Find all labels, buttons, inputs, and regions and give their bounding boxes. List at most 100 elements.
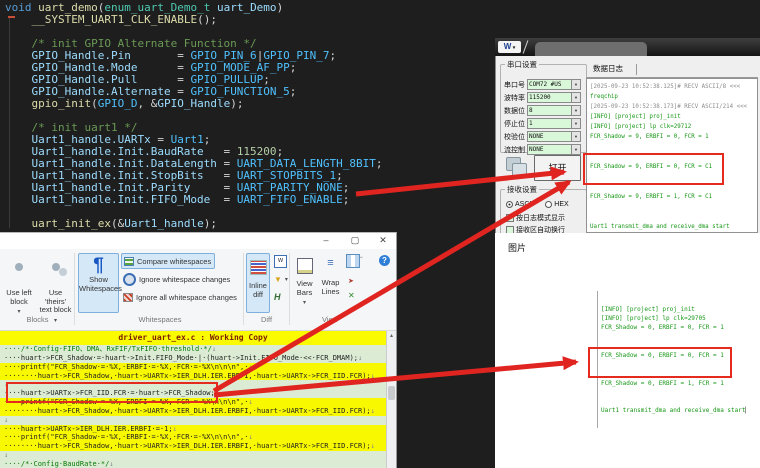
serial-field-3: 数据位8▼ <box>504 104 582 116</box>
field-label: 数据位 <box>504 106 525 116</box>
use-theirs-block-icon <box>52 263 60 271</box>
log-mode-checkbox[interactable]: ✔ 按日志模式显示 <box>506 213 565 223</box>
field-label: 校验位 <box>504 132 525 142</box>
field-value[interactable]: COM72 #US <box>527 79 572 90</box>
serial-field-5: 校验位NONE▼ <box>504 130 582 142</box>
diff-content[interactable]: ····/*·Config·FIFO、DMA、RxFIF/TxFIFO·thre… <box>0 345 386 468</box>
modified-line-marker <box>8 16 15 18</box>
ignore-all-whitespace-icon <box>123 293 133 302</box>
app-logo-tab[interactable]: W ▾ <box>498 41 521 53</box>
diff-group-label: Diff <box>244 315 289 324</box>
serial-field-1: 串口号COM72 #US▼ <box>504 78 582 90</box>
session-tab[interactable] <box>535 42 647 56</box>
close-button[interactable]: ✕ <box>375 235 391 246</box>
dropdown-arrow-icon[interactable]: ▼ <box>571 144 581 155</box>
word-diff-button[interactable]: w <box>272 253 289 269</box>
whitespaces-group-label: Whitespaces <box>120 315 200 324</box>
filter-button[interactable]: ▼▾ <box>272 271 290 287</box>
diff-line[interactable]: ········huart->FCR_Shadow,·huart->UARTx-… <box>0 372 386 381</box>
log-line: [2025-09-23 10:52:38.125]# RECV ASCII/8 … <box>590 82 757 92</box>
compare-whitespaces-icon <box>124 257 134 266</box>
view-bars-button[interactable]: View Bars▾ <box>292 253 317 313</box>
view-bars-icon <box>297 258 313 274</box>
diff-line[interactable]: ····huart->UARTx->IER_DLH.IER.ERBFI·=·1;… <box>0 425 386 434</box>
minimize-button[interactable]: – <box>318 235 334 245</box>
dropdown-arrow-icon[interactable]: ▼ <box>571 131 581 142</box>
log-line <box>601 388 749 397</box>
help-icon[interactable]: ? <box>379 255 390 266</box>
diff-line[interactable]: ····/*·Config·BaudRate·*/↓ <box>0 460 386 468</box>
scroll-up-icon[interactable]: ▴ <box>387 331 396 341</box>
log-line: [INFO] [project] proj_init <box>590 112 757 122</box>
collapse-ribbon-icon[interactable]: ˆ <box>360 256 363 265</box>
dropdown-arrow-icon[interactable]: ▼ <box>571 118 581 129</box>
log-line: FCR_Shadow = 0, ERBFI = 0, FCR = 1 <box>601 323 749 332</box>
merge-titlebar[interactable]: – ▢ ✕ <box>0 233 396 249</box>
highlight-box-code-line <box>6 382 218 403</box>
use-theirs-block-button[interactable]: Use 'theirs' text block▾ <box>38 253 73 313</box>
field-value[interactable]: NONE <box>527 144 572 155</box>
screenshot-canvas: void uart_demo(enum_uart_Demo_t uart_Dem… <box>0 0 760 468</box>
serial-titlebar[interactable]: W ▾ <box>495 38 760 56</box>
group-divider <box>74 253 75 325</box>
word-diff-icon: w <box>274 255 287 268</box>
diff-line[interactable]: ↓ <box>0 451 386 460</box>
field-value[interactable]: 115200 <box>527 92 572 103</box>
code-line[interactable]: uart_init_ex(&Uart1_handle); <box>5 218 493 230</box>
diff-line[interactable]: ····huart->FCR_Shadow·=·huart->Init.FIFO… <box>0 354 386 363</box>
copy-pages-icon[interactable] <box>506 157 528 177</box>
serial-field-4: 停止位1▼ <box>504 117 582 129</box>
diff-line[interactable]: ········huart->FCR_Shadow,·huart->UARTx-… <box>0 407 386 416</box>
log-line: freqchip <box>590 92 757 102</box>
highlight-button[interactable]: H <box>272 289 283 305</box>
field-value[interactable]: 8 <box>527 105 572 116</box>
split-columns-icon <box>346 254 360 268</box>
show-whitespaces-button[interactable]: ¶ Show Whitespaces <box>78 253 119 313</box>
dropdown-arrow-icon[interactable]: ▼ <box>571 92 581 103</box>
code-lines: void uart_demo(enum_uart_Demo_t uart_Dem… <box>5 2 493 230</box>
ribbon-toolbar: Use left block▾ Use 'theirs' text block▾… <box>0 249 396 331</box>
field-label: 波特率 <box>504 93 525 103</box>
dropdown-arrow-icon[interactable]: ▼ <box>571 105 581 116</box>
open-port-button[interactable]: 打开 <box>534 155 581 181</box>
serial-settings-group: 串口设置 串口号COM72 #US▼波特率115200▼数据位8▼停止位1▼校验… <box>500 59 587 153</box>
diff-line[interactable]: ····printf("FCR_Shadow·=·%X,·ERBFI·=·%X,… <box>0 363 386 372</box>
code-line[interactable]: Uart1_handle.Init.FIFO_Mode = UART_FIFO_… <box>5 194 493 206</box>
serial-body: 串口设置 串口号COM72 #US▼波特率115200▼数据位8▼停止位1▼校验… <box>495 56 760 233</box>
diff-line[interactable]: ↓ <box>0 416 386 425</box>
compare-whitespaces-button[interactable]: Compare whitespaces <box>121 253 215 269</box>
wrap-lines-button[interactable]: ≡ Wrap Lines <box>318 253 343 313</box>
ignore-all-whitespace-button[interactable]: Ignore all whitespace changes <box>121 289 243 305</box>
misc-green-button[interactable]: ✕ <box>346 287 357 303</box>
ascii-radio[interactable]: ASCII HEX <box>506 201 569 208</box>
indent-guide-line <box>9 16 10 228</box>
log-line: [INFO] [project] lp clk=29712 <box>590 122 757 132</box>
log-line: Uart1 transmit_dma and receive_dma start <box>590 222 757 232</box>
diff-line[interactable]: ········huart->FCR_Shadow,·huart->UARTx-… <box>0 442 386 451</box>
image-caption: 图片 <box>508 241 526 254</box>
serial-settings-title: 串口设置 <box>505 59 539 70</box>
code-line[interactable]: __SYSTEM_UART1_CLK_ENABLE(); <box>5 14 493 26</box>
scrollbar[interactable]: ▴ <box>386 331 396 468</box>
code-line[interactable]: gpio_init(GPIO_D, &GPIO_Handle); <box>5 98 493 110</box>
funnel-icon: ▼ <box>274 275 282 284</box>
field-value[interactable]: NONE <box>527 131 572 142</box>
diff-line[interactable]: ····printf("FCR_Shadow·=·%X,·ERBFI·=·%X,… <box>0 433 386 442</box>
field-value[interactable]: 1 <box>527 118 572 129</box>
inline-diff-button[interactable]: Inline diff <box>246 253 270 313</box>
h-icon: H <box>274 292 281 302</box>
field-label: 停止位 <box>504 119 525 129</box>
inline-diff-icon <box>250 260 267 275</box>
scrollbar-thumb[interactable] <box>388 386 395 400</box>
use-left-block-button[interactable]: Use left block▾ <box>2 253 36 313</box>
field-label: 串口号 <box>504 80 525 90</box>
diff-line[interactable]: ····/*·Config·FIFO、DMA、RxFIF/TxFIFO·thre… <box>0 345 386 354</box>
dropdown-arrow-icon[interactable]: ▼ <box>571 79 581 90</box>
log-line: FCR_Shadow = 9, ERBFI = 1, FCR = C1 <box>590 192 757 202</box>
tab-divider <box>636 64 637 75</box>
log-line: Uart1 transmit_dma and receive_dma start… <box>601 406 749 415</box>
ignore-whitespace-button[interactable]: Ignore whitespace changes <box>121 271 241 287</box>
data-log-tab[interactable]: 数据日志 <box>588 62 628 78</box>
maximize-button[interactable]: ▢ <box>347 235 363 246</box>
radio-icon[interactable] <box>545 201 552 208</box>
